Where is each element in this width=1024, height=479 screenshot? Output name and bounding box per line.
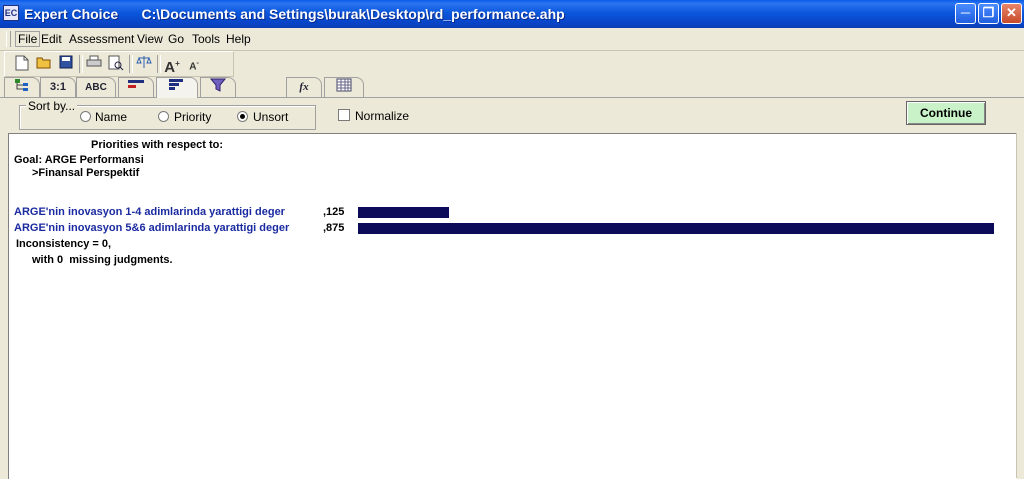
save-icon[interactable] [57, 55, 75, 73]
missing-judgments-text: with 0 missing judgments. [32, 254, 173, 266]
menu-bar: File Edit Assessment View Go Tools Help [0, 28, 1024, 51]
open-icon[interactable] [35, 55, 53, 73]
normalize-checkbox[interactable] [338, 109, 350, 121]
menu-view[interactable]: View [137, 32, 163, 46]
window-title: Expert Choice C:\Documents and Settings\… [24, 6, 565, 22]
sort-by-label: Sort by... [26, 99, 78, 113]
toolbar-separator [129, 55, 133, 73]
title-bar: EC Expert Choice C:\Documents and Settin… [0, 0, 1024, 28]
priority-bar-1 [358, 207, 449, 218]
app-icon[interactable]: EC [3, 5, 19, 21]
menu-assessment[interactable]: Assessment [69, 32, 134, 46]
minimize-icon: ─ [960, 5, 971, 20]
tab-grid[interactable] [324, 77, 364, 97]
print-icon[interactable] [85, 55, 103, 73]
menu-help[interactable]: Help [226, 32, 251, 46]
close-icon: ✕ [1006, 5, 1017, 20]
sort-unsort-radio[interactable] [237, 111, 248, 122]
sort-name-label[interactable]: Name [95, 110, 127, 124]
priorities-icon [168, 79, 186, 95]
balance-icon[interactable] [135, 55, 153, 73]
font-increase-icon[interactable]: A+ [163, 55, 181, 76]
menu-file[interactable]: File [15, 31, 41, 47]
toolbar-separator [79, 55, 83, 73]
sort-by-group: Sort by... Name Priority Unsort [19, 99, 316, 130]
tab-graphical[interactable] [118, 77, 154, 97]
print-preview-icon[interactable] [107, 55, 125, 73]
tab-priorities[interactable] [156, 77, 198, 98]
new-icon[interactable] [13, 55, 31, 73]
menu-edit[interactable]: Edit [41, 32, 62, 46]
menu-grip[interactable] [6, 31, 11, 47]
goal-label: Goal: ARGE Performansi [14, 154, 144, 166]
sort-priority-radio[interactable] [158, 111, 169, 122]
toolbar-separator [157, 55, 161, 73]
tab-numerical-label: 3:1 [50, 81, 66, 93]
font-decrease-icon[interactable]: A- [185, 55, 203, 73]
alternative-value-2: ,875 [323, 222, 345, 234]
priorities-heading: Priorities with respect to: [91, 139, 224, 151]
tab-tree-view[interactable] [4, 77, 40, 97]
tree-view-icon [14, 79, 30, 95]
continue-button[interactable]: Continue [906, 101, 986, 125]
sort-priority-label[interactable]: Priority [174, 110, 211, 124]
panel-edge [1016, 133, 1024, 478]
close-button[interactable]: ✕ [1001, 3, 1022, 24]
tab-filter[interactable] [200, 77, 236, 97]
view-tabs: 3:1 ABC fx [0, 77, 1024, 98]
menu-go[interactable]: Go [168, 32, 184, 46]
priority-bar-2 [358, 223, 994, 234]
menu-tools[interactable]: Tools [192, 32, 220, 46]
app-name: Expert Choice [24, 6, 119, 22]
sort-name-radio[interactable] [80, 111, 91, 122]
normalize-label[interactable]: Normalize [355, 109, 409, 123]
filter-icon [209, 78, 227, 95]
toolbar: A+ A- [4, 51, 234, 77]
file-path: C:\Documents and Settings\burak\Desktop\… [141, 6, 565, 22]
graphical-icon [127, 80, 145, 93]
priorities-panel: Priorities with respect to: Goal: ARGE P… [8, 133, 1017, 479]
sort-unsort-label[interactable]: Unsort [253, 110, 288, 124]
minimize-button[interactable]: ─ [955, 3, 976, 24]
formula-icon: fx [299, 81, 309, 93]
tab-numerical[interactable]: 3:1 [40, 77, 76, 97]
alternative-name-2: ARGE'nin inovasyon 5&6 adimlarinda yarat… [14, 222, 290, 234]
inconsistency-text: Inconsistency = 0, [16, 238, 112, 250]
alternative-value-1: ,125 [323, 206, 345, 218]
tab-verbal-label: ABC [85, 82, 107, 93]
grid-icon [336, 78, 352, 95]
restore-icon: ❐ [982, 5, 995, 20]
tab-verbal[interactable]: ABC [76, 77, 116, 97]
alternative-name-1: ARGE'nin inovasyon 1-4 adimlarinda yarat… [14, 206, 285, 218]
restore-button[interactable]: ❐ [978, 3, 999, 24]
node-label: >Finansal Perspektif [32, 167, 140, 179]
tab-formula[interactable]: fx [286, 77, 322, 97]
